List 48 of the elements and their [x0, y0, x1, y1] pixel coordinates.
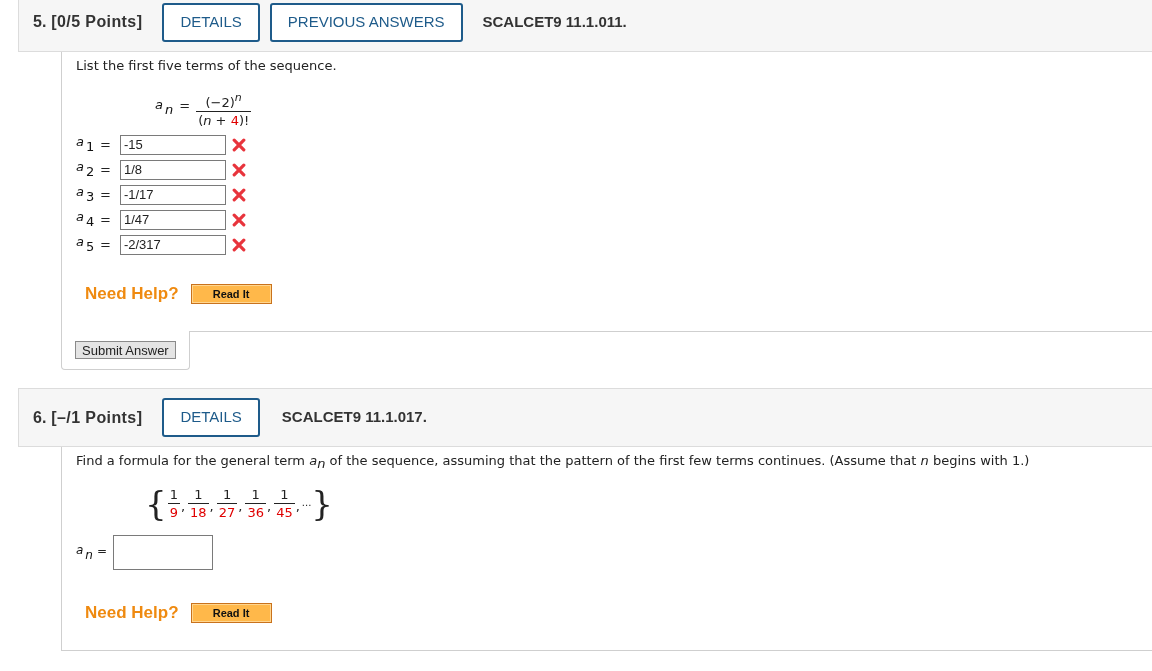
comma: ,	[238, 498, 243, 517]
need-help-label: Need Help?	[85, 283, 179, 306]
question-number: 6.	[33, 407, 47, 428]
answer-field[interactable]: 1/8	[119, 159, 226, 180]
fraction-denominator: 9	[168, 503, 179, 521]
fraction-denominator: (n + 4)!	[197, 112, 251, 129]
comma: ,	[267, 498, 272, 517]
fraction-numerator: (−2)$^{n}$	[196, 89, 252, 112]
equals-sign: =	[100, 210, 111, 229]
comma: ,	[209, 498, 214, 517]
points-label: [–/1 Points]	[51, 407, 143, 428]
submit-button[interactable]: Submit Answer	[75, 341, 176, 359]
fraction-numerator: 1	[188, 485, 209, 504]
question-number: 5.	[33, 12, 47, 32]
help-button[interactable]: Read It	[190, 603, 272, 623]
answer-field[interactable]: -15	[119, 134, 226, 155]
problem-code: SCALCET9 11.1.011.	[482, 11, 627, 32]
equals-sign: =	[100, 160, 111, 179]
fraction-denominator: 45	[275, 503, 294, 521]
answer-field[interactable]: 1/47	[119, 209, 226, 230]
answer-field[interactable]: -1/17	[119, 184, 226, 205]
fraction-denominator: 18	[189, 503, 208, 521]
comma: ,	[180, 498, 186, 517]
question-prompt: List the first five terms of the sequence.	[76, 58, 338, 74]
fraction-numerator: 1	[167, 485, 180, 504]
problem-code: SCALCET9 11.1.017.	[281, 407, 427, 428]
ellipsis: ...	[301, 496, 312, 508]
header-button[interactable]: DETAILS	[162, 398, 260, 437]
equals-sign: =	[100, 135, 111, 154]
need-help-label: Need Help?	[85, 602, 179, 625]
equals-sign: =	[96, 542, 108, 560]
fraction-numerator: 1	[245, 485, 266, 504]
fraction-denominator: 36	[246, 503, 265, 521]
fraction-denominator: 27	[217, 503, 237, 521]
equals-sign: =	[100, 235, 111, 254]
comma: ,	[295, 498, 300, 517]
answer-field[interactable]: -2/317	[119, 234, 226, 255]
left-brace: {	[145, 485, 167, 521]
header-button[interactable]: PREVIOUS ANSWERS	[269, 2, 463, 42]
equals-sign: =	[100, 185, 111, 204]
answer-field[interactable]	[113, 535, 214, 570]
fraction-numerator: 1	[274, 485, 295, 504]
equals-sign: =	[179, 97, 191, 116]
points-label: [0/5 Points]	[51, 12, 143, 32]
fraction-numerator: 1	[216, 485, 238, 504]
right-brace: }	[311, 485, 333, 521]
help-button[interactable]: Read It	[190, 284, 272, 304]
header-button[interactable]: DETAILS	[162, 2, 260, 42]
